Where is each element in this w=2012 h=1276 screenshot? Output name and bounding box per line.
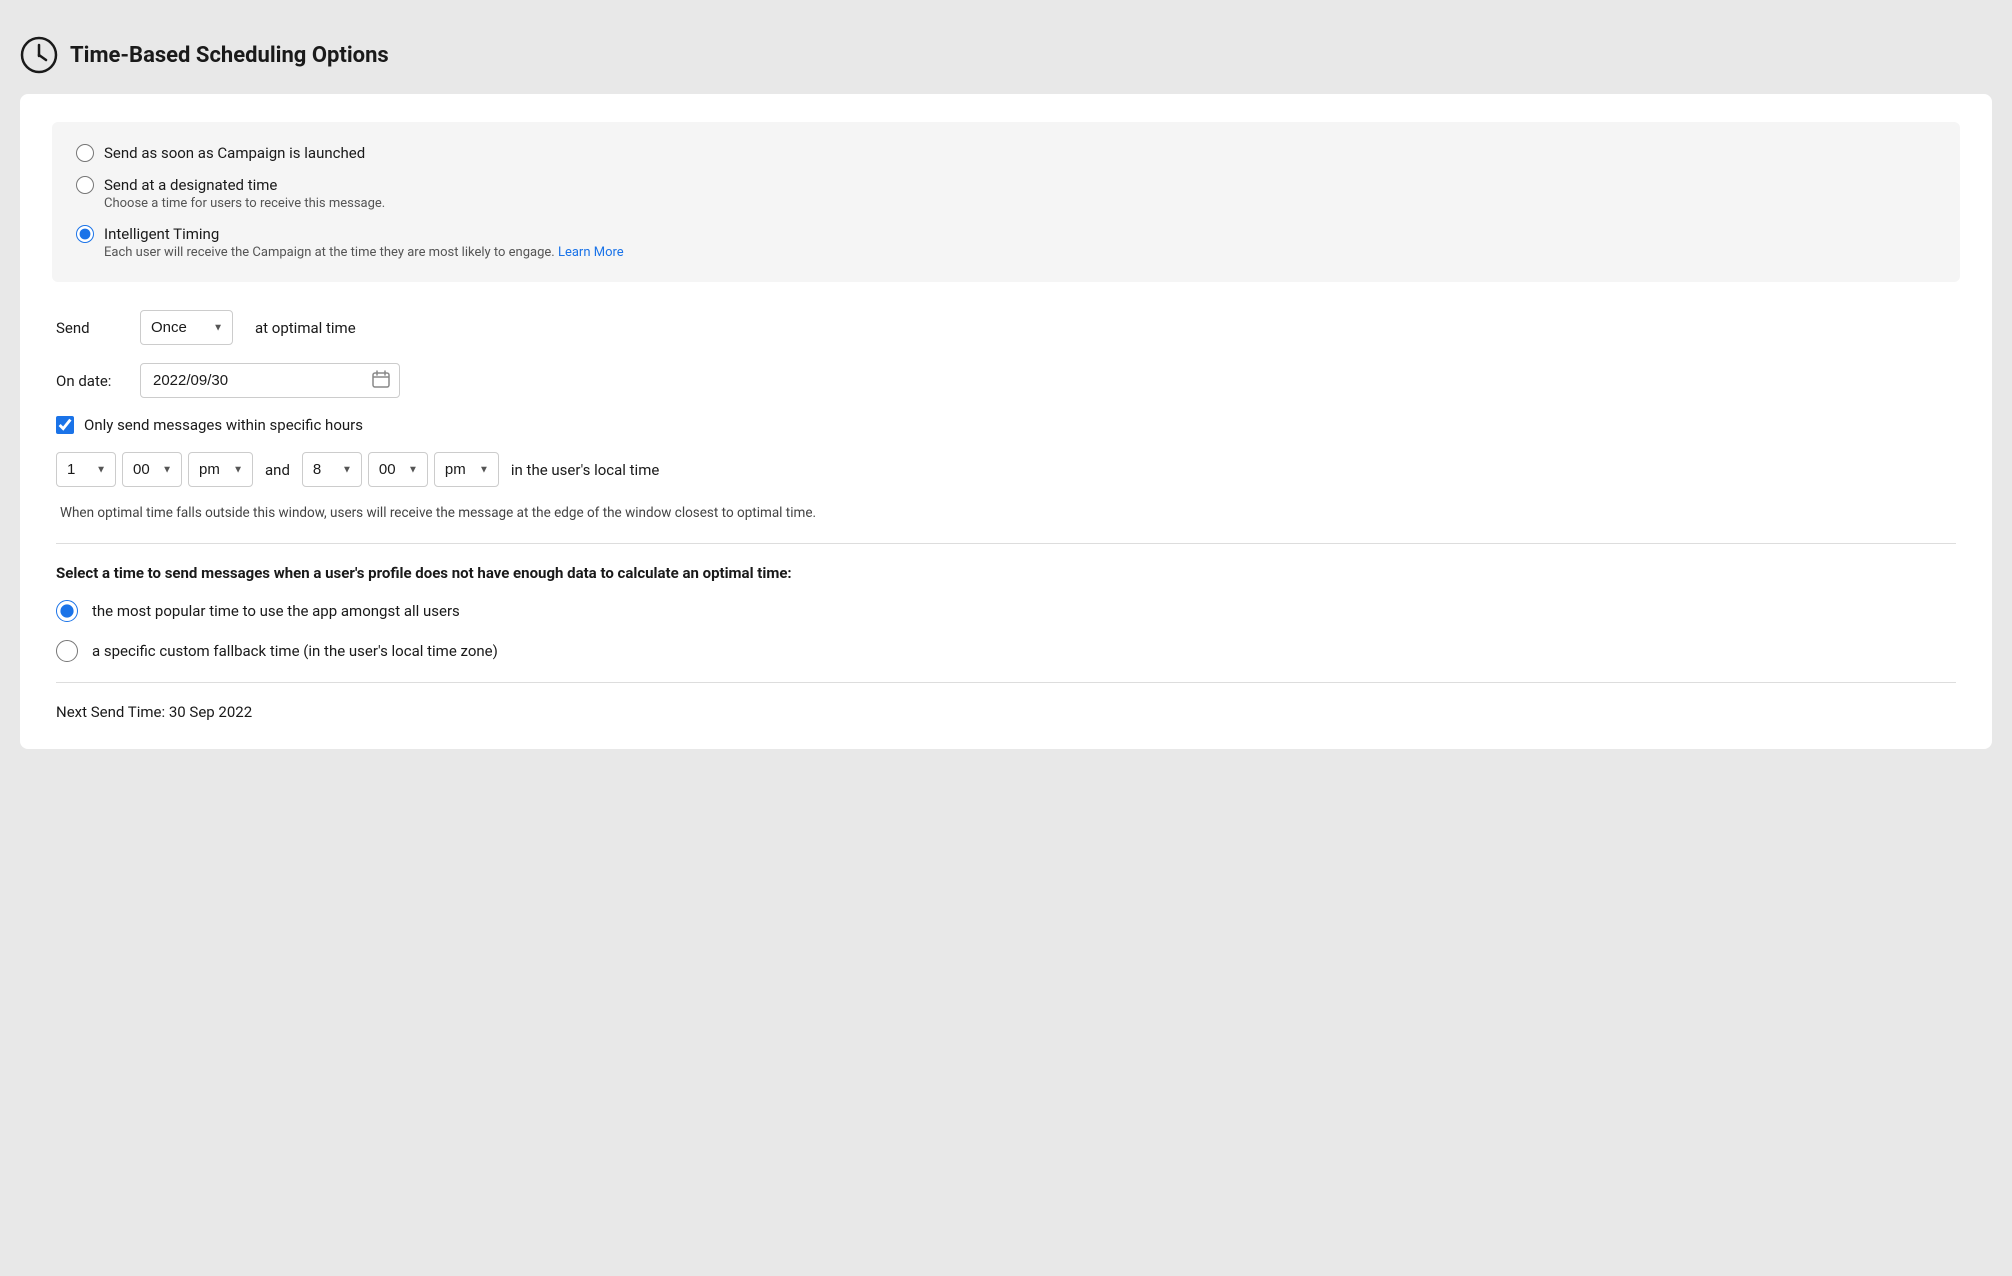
window-note: When optimal time falls outside this win… <box>56 503 1956 523</box>
learn-more-link[interactable]: Learn More <box>558 245 624 260</box>
radio-send-designated-sub: Choose a time for users to receive this … <box>104 196 1936 211</box>
divider-1 <box>56 543 1956 544</box>
date-row: On date: <box>56 363 1956 398</box>
next-send-row: Next Send Time: 30 Sep 2022 <box>56 703 1956 721</box>
fallback-radio-custom[interactable] <box>56 640 78 662</box>
start-min-select[interactable]: 00153045 <box>122 452 182 487</box>
end-ampm-select[interactable]: ampm <box>434 452 499 487</box>
fallback-title: Select a time to send messages when a us… <box>56 564 1956 582</box>
send-label: Send <box>56 319 126 337</box>
start-ampm-wrapper: ampm <box>188 452 253 487</box>
local-time-label: in the user's local time <box>511 461 659 479</box>
radio-send-designated-label: Send at a designated time <box>104 176 277 194</box>
fallback-radio-custom-label: a specific custom fallback time (in the … <box>92 642 498 660</box>
fallback-radio-item-popular: the most popular time to use the app amo… <box>56 600 1956 622</box>
fallback-radio-popular[interactable] <box>56 600 78 622</box>
fallback-radio-popular-label: the most popular time to use the app amo… <box>92 602 460 620</box>
radio-send-launched[interactable] <box>76 144 94 162</box>
radio-intelligent-sub: Each user will receive the Campaign at t… <box>104 245 1936 260</box>
date-input[interactable] <box>140 363 400 398</box>
end-min-select[interactable]: 00153045 <box>368 452 428 487</box>
divider-2 <box>56 682 1956 683</box>
next-send-value: 30 Sep 2022 <box>169 703 252 721</box>
frequency-select[interactable]: Once Daily Weekly Monthly <box>140 310 233 345</box>
radio-intelligent-label: Intelligent Timing <box>104 225 219 243</box>
next-send-label: Next Send Time: <box>56 703 165 721</box>
page-header: Time-Based Scheduling Options <box>20 20 1992 94</box>
page-title: Time-Based Scheduling Options <box>70 43 389 68</box>
start-min-wrapper: 00153045 <box>122 452 182 487</box>
end-hour-select[interactable]: 1234 5678 9101112 <box>302 452 362 487</box>
specific-hours-row: Only send messages within specific hours <box>56 416 1956 434</box>
scheduling-card: Send as soon as Campaign is launched Sen… <box>20 94 1992 749</box>
radio-item-designated: Send at a designated time Choose a time … <box>76 176 1936 211</box>
start-hour-wrapper: 1234 5678 9101112 <box>56 452 116 487</box>
specific-hours-label: Only send messages within specific hours <box>84 416 363 434</box>
radio-send-launched-label: Send as soon as Campaign is launched <box>104 144 365 162</box>
frequency-select-wrapper: Once Daily Weekly Monthly <box>140 310 233 345</box>
specific-hours-checkbox[interactable] <box>56 416 74 434</box>
end-ampm-wrapper: ampm <box>434 452 499 487</box>
at-optimal-label: at optimal time <box>255 319 356 337</box>
end-hour-wrapper: 1234 5678 9101112 <box>302 452 362 487</box>
date-label: On date: <box>56 372 126 390</box>
send-row: Send Once Daily Weekly Monthly at optima… <box>56 310 1956 345</box>
timing-options-group: Send as soon as Campaign is launched Sen… <box>52 122 1960 282</box>
time-range-row: 1234 5678 9101112 00153045 ampm and <box>56 452 1956 487</box>
fallback-radio-group: the most popular time to use the app amo… <box>56 600 1956 662</box>
radio-intelligent-timing[interactable] <box>76 225 94 243</box>
clock-icon <box>20 36 58 74</box>
and-text: and <box>265 461 290 479</box>
start-ampm-select[interactable]: ampm <box>188 452 253 487</box>
start-hour-select[interactable]: 1234 5678 9101112 <box>56 452 116 487</box>
radio-item-intelligent: Intelligent Timing Each user will receiv… <box>76 225 1936 260</box>
form-section: Send Once Daily Weekly Monthly at optima… <box>52 310 1960 721</box>
fallback-radio-item-custom: a specific custom fallback time (in the … <box>56 640 1956 662</box>
radio-item-launched: Send as soon as Campaign is launched <box>76 144 1936 162</box>
fallback-section: Select a time to send messages when a us… <box>56 564 1956 662</box>
radio-send-designated[interactable] <box>76 176 94 194</box>
end-min-wrapper: 00153045 <box>368 452 428 487</box>
date-input-wrapper <box>140 363 400 398</box>
